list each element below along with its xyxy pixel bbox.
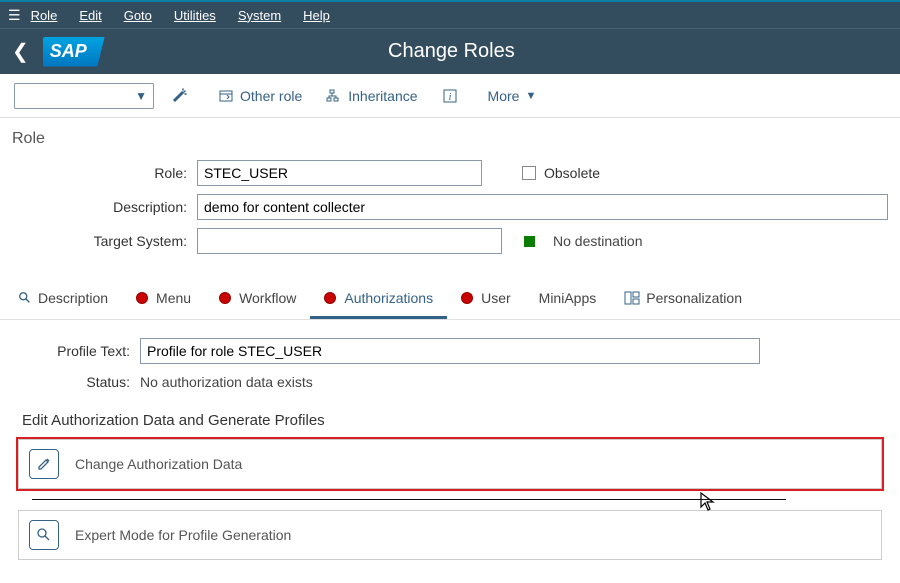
tab-personalization-label: Personalization bbox=[646, 290, 742, 306]
other-role-label: Other role bbox=[240, 88, 302, 104]
tab-menu[interactable]: Menu bbox=[122, 280, 205, 319]
profile-text-label: Profile Text: bbox=[18, 343, 140, 359]
tab-workflow-label: Workflow bbox=[239, 290, 296, 306]
description-input[interactable] bbox=[197, 194, 888, 220]
toolbar: ▼ Other role Inheritance i More ▼ bbox=[0, 74, 900, 118]
wand-button[interactable] bbox=[172, 88, 194, 104]
status-led-icon bbox=[219, 292, 231, 304]
status-led-icon bbox=[461, 292, 473, 304]
chevron-down-icon: ▼ bbox=[525, 90, 536, 102]
obsolete-checkbox[interactable] bbox=[522, 166, 536, 180]
tab-miniapps-label: MiniApps bbox=[539, 290, 597, 306]
menu-utilities[interactable]: Utilities bbox=[174, 8, 216, 23]
menu-system[interactable]: System bbox=[238, 8, 281, 23]
change-authorization-data-button[interactable]: Change Authorization Data bbox=[18, 439, 882, 489]
tab-user[interactable]: User bbox=[447, 280, 525, 319]
profile-text-input[interactable] bbox=[140, 338, 760, 364]
tab-personalization[interactable]: Personalization bbox=[610, 280, 756, 319]
edit-auth-subheading: Edit Authorization Data and Generate Pro… bbox=[22, 412, 882, 429]
inheritance-label: Inheritance bbox=[348, 88, 417, 104]
menu-edit[interactable]: Edit bbox=[79, 8, 101, 23]
tab-description-label: Description bbox=[38, 290, 108, 306]
inheritance-icon bbox=[326, 88, 342, 104]
more-button[interactable]: More ▼ bbox=[488, 88, 537, 104]
page-title: Change Roles bbox=[105, 40, 798, 63]
tab-strip: Description Menu Workflow Authorizations… bbox=[0, 280, 900, 320]
expert-mode-label: Expert Mode for Profile Generation bbox=[75, 527, 291, 543]
wand-icon bbox=[172, 88, 188, 104]
divider bbox=[32, 499, 786, 500]
tab-authorizations-label: Authorizations bbox=[344, 290, 433, 306]
tab-user-label: User bbox=[481, 290, 511, 306]
target-system-input[interactable] bbox=[197, 228, 502, 254]
tab-menu-label: Menu bbox=[156, 290, 191, 306]
tab-description[interactable]: Description bbox=[4, 280, 122, 319]
info-icon: i bbox=[442, 88, 458, 104]
menu-help[interactable]: Help bbox=[303, 8, 330, 23]
menu-bar: ☰ Role Edit Goto Utilities System Help bbox=[0, 0, 900, 28]
destination-status-text: No destination bbox=[553, 233, 643, 249]
status-label: Status: bbox=[18, 374, 140, 390]
other-role-button[interactable]: Other role bbox=[218, 88, 302, 104]
header-bar: ❮ SAP Change Roles bbox=[0, 28, 900, 74]
tab-miniapps[interactable]: MiniApps bbox=[525, 280, 611, 319]
menu-goto[interactable]: Goto bbox=[124, 8, 152, 23]
role-field-label: Role: bbox=[12, 165, 197, 181]
svg-text:i: i bbox=[448, 92, 451, 103]
destination-status-icon bbox=[524, 236, 535, 247]
description-field-label: Description: bbox=[12, 199, 197, 215]
inheritance-button[interactable]: Inheritance bbox=[326, 88, 417, 104]
target-system-label: Target System: bbox=[12, 233, 197, 249]
expert-mode-button[interactable]: Expert Mode for Profile Generation bbox=[18, 510, 882, 560]
search-icon bbox=[29, 520, 59, 550]
status-led-icon bbox=[324, 292, 336, 304]
other-role-icon bbox=[218, 88, 234, 104]
authorizations-panel: Profile Text: Status: No authorization d… bbox=[0, 320, 900, 560]
personalization-icon bbox=[624, 291, 640, 305]
tab-workflow[interactable]: Workflow bbox=[205, 280, 310, 319]
status-value: No authorization data exists bbox=[140, 374, 313, 390]
back-button[interactable]: ❮ bbox=[12, 39, 29, 64]
chevron-down-icon: ▼ bbox=[135, 89, 147, 103]
sap-logo: SAP bbox=[43, 37, 105, 67]
menu-role[interactable]: Role bbox=[31, 8, 58, 23]
info-button[interactable]: i bbox=[442, 88, 464, 104]
search-icon bbox=[18, 291, 32, 305]
role-input[interactable] bbox=[197, 160, 482, 186]
role-form: Role: Obsolete Description: Target Syste… bbox=[0, 154, 900, 280]
pencil-icon bbox=[29, 449, 59, 479]
section-role-label: Role bbox=[0, 118, 900, 154]
tab-authorizations[interactable]: Authorizations bbox=[310, 280, 447, 319]
status-led-icon bbox=[136, 292, 148, 304]
obsolete-label: Obsolete bbox=[544, 165, 600, 181]
hamburger-icon[interactable]: ☰ bbox=[8, 7, 21, 24]
role-combo[interactable]: ▼ bbox=[14, 83, 154, 109]
change-authorization-data-label: Change Authorization Data bbox=[75, 456, 242, 472]
more-label: More bbox=[488, 88, 520, 104]
